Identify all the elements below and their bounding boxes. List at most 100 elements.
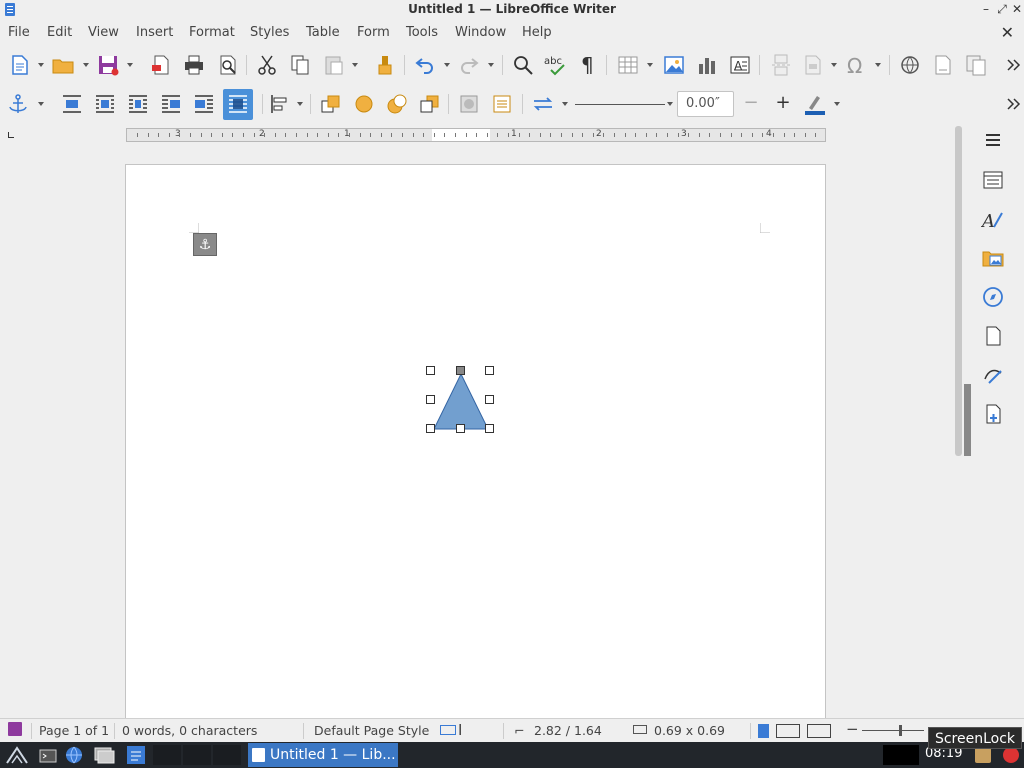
wrap-right-icon[interactable] bbox=[192, 92, 216, 116]
tab-stop-selector[interactable] bbox=[8, 132, 14, 138]
find-replace-icon[interactable] bbox=[511, 53, 535, 77]
formatting-marks-icon[interactable]: ¶ bbox=[576, 53, 600, 77]
copy-icon[interactable] bbox=[288, 53, 312, 77]
table-dropdown-icon[interactable] bbox=[647, 63, 653, 67]
field-dropdown-icon[interactable] bbox=[831, 63, 837, 67]
horizontal-ruler[interactable]: 3 2 1 1 2 3 4 bbox=[126, 128, 826, 142]
selection-mode-icon[interactable] bbox=[440, 725, 456, 735]
design-icon[interactable] bbox=[981, 402, 1005, 426]
word-count-status[interactable]: 0 words, 0 characters bbox=[122, 723, 257, 738]
triangle-shape[interactable] bbox=[433, 372, 489, 430]
line-width-field[interactable]: 0.00″ bbox=[677, 91, 734, 117]
insert-field-icon[interactable] bbox=[801, 53, 825, 77]
align-objects-icon[interactable] bbox=[268, 92, 292, 116]
special-character-icon[interactable]: Ω bbox=[845, 53, 869, 77]
wrap-through-icon[interactable] bbox=[223, 89, 253, 120]
paste-icon[interactable] bbox=[322, 53, 346, 77]
page-style-status[interactable]: Default Page Style bbox=[314, 723, 429, 738]
gallery-icon[interactable] bbox=[981, 246, 1005, 270]
close-document-icon[interactable]: ✕ bbox=[1001, 23, 1014, 42]
line-style-dropdown-icon[interactable] bbox=[667, 102, 673, 106]
cut-icon[interactable] bbox=[255, 53, 279, 77]
minimize-icon[interactable]: – bbox=[978, 1, 994, 17]
new-dropdown-icon[interactable] bbox=[38, 63, 44, 67]
resize-handle[interactable] bbox=[426, 424, 435, 433]
wrap-off-icon[interactable] bbox=[60, 92, 84, 116]
decrease-icon[interactable]: − bbox=[740, 92, 762, 116]
menu-table[interactable]: Table bbox=[306, 25, 340, 40]
properties-icon[interactable] bbox=[981, 168, 1005, 192]
writer-launcher-icon[interactable] bbox=[125, 745, 147, 765]
vertical-scrollbar[interactable] bbox=[955, 126, 964, 718]
file-manager-icon[interactable] bbox=[93, 745, 115, 765]
increase-icon[interactable]: + bbox=[772, 92, 794, 116]
insert-chart-icon[interactable] bbox=[695, 53, 719, 77]
sidebar-splitter[interactable] bbox=[964, 384, 971, 456]
anchor-icon[interactable] bbox=[6, 92, 30, 116]
open-dropdown-icon[interactable] bbox=[83, 63, 89, 67]
to-background-icon[interactable] bbox=[457, 92, 481, 116]
line-color-icon[interactable] bbox=[803, 92, 827, 116]
menu-help[interactable]: Help bbox=[522, 25, 552, 40]
insert-text-box-icon[interactable]: A bbox=[728, 53, 752, 77]
align-dropdown-icon[interactable] bbox=[297, 102, 303, 106]
book-view-icon[interactable] bbox=[807, 724, 831, 738]
page-icon[interactable] bbox=[981, 324, 1005, 348]
backward-one-icon[interactable] bbox=[385, 92, 409, 116]
menu-view[interactable]: View bbox=[88, 25, 119, 40]
navigator-icon[interactable] bbox=[981, 285, 1005, 309]
anchor-marker-icon[interactable]: ⚓ bbox=[193, 233, 217, 256]
redo-dropdown-icon[interactable] bbox=[488, 63, 494, 67]
redo-icon[interactable] bbox=[457, 53, 481, 77]
insert-image-icon[interactable] bbox=[662, 53, 686, 77]
resize-handle[interactable] bbox=[485, 395, 494, 404]
zoom-slider-thumb[interactable] bbox=[899, 725, 902, 736]
resize-handle[interactable] bbox=[456, 424, 465, 433]
bring-to-front-icon[interactable] bbox=[319, 92, 343, 116]
scrollbar-thumb[interactable] bbox=[955, 126, 962, 456]
start-menu-icon[interactable] bbox=[5, 745, 29, 765]
maximize-icon[interactable]: ⤢ bbox=[994, 1, 1010, 17]
save-icon[interactable] bbox=[96, 53, 120, 77]
workspace-2[interactable] bbox=[183, 745, 211, 765]
resize-handle[interactable] bbox=[426, 366, 435, 375]
browser-icon[interactable] bbox=[64, 745, 84, 765]
multi-page-view-icon[interactable] bbox=[776, 724, 800, 738]
resize-handle[interactable] bbox=[485, 424, 494, 433]
open-folder-icon[interactable] bbox=[51, 53, 75, 77]
zoom-out-icon[interactable]: − bbox=[846, 720, 859, 738]
single-page-view-icon[interactable] bbox=[758, 724, 769, 738]
wrap-ideal-icon[interactable] bbox=[126, 92, 150, 116]
undo-icon[interactable] bbox=[413, 53, 437, 77]
special-character-dropdown-icon[interactable] bbox=[875, 63, 881, 67]
taskbar-writer-button[interactable]: Untitled 1 — Lib... bbox=[248, 743, 398, 767]
footnote-icon[interactable] bbox=[931, 53, 955, 77]
hyperlink-icon[interactable] bbox=[898, 53, 922, 77]
print-preview-icon[interactable] bbox=[216, 53, 240, 77]
menu-edit[interactable]: Edit bbox=[47, 25, 72, 40]
workspace-1[interactable] bbox=[153, 745, 181, 765]
menu-styles[interactable]: Styles bbox=[250, 25, 289, 40]
rotate-handle[interactable] bbox=[456, 366, 465, 375]
wrap-page-icon[interactable] bbox=[93, 92, 117, 116]
more-icon[interactable] bbox=[1002, 53, 1022, 77]
insert-table-icon[interactable] bbox=[616, 53, 640, 77]
arrow-style-dropdown-icon[interactable] bbox=[562, 102, 568, 106]
page-number-status[interactable]: Page 1 of 1 bbox=[39, 723, 109, 738]
terminal-icon[interactable] bbox=[38, 745, 58, 765]
styles-icon[interactable]: A bbox=[981, 207, 1005, 231]
forward-one-icon[interactable] bbox=[352, 92, 376, 116]
save-dropdown-icon[interactable] bbox=[127, 63, 133, 67]
send-to-back-icon[interactable] bbox=[418, 92, 442, 116]
resize-handle[interactable] bbox=[426, 395, 435, 404]
comment-icon[interactable] bbox=[964, 53, 988, 77]
print-icon[interactable] bbox=[182, 53, 206, 77]
wrap-left-icon[interactable] bbox=[159, 92, 183, 116]
line-color-dropdown-icon[interactable] bbox=[834, 102, 840, 106]
menu-format[interactable]: Format bbox=[189, 25, 235, 40]
menu-file[interactable]: File bbox=[8, 25, 30, 40]
arrow-style-icon[interactable] bbox=[531, 92, 555, 116]
menu-form[interactable]: Form bbox=[357, 25, 390, 40]
manage-changes-icon[interactable] bbox=[981, 363, 1005, 387]
workspace-3[interactable] bbox=[213, 745, 241, 765]
